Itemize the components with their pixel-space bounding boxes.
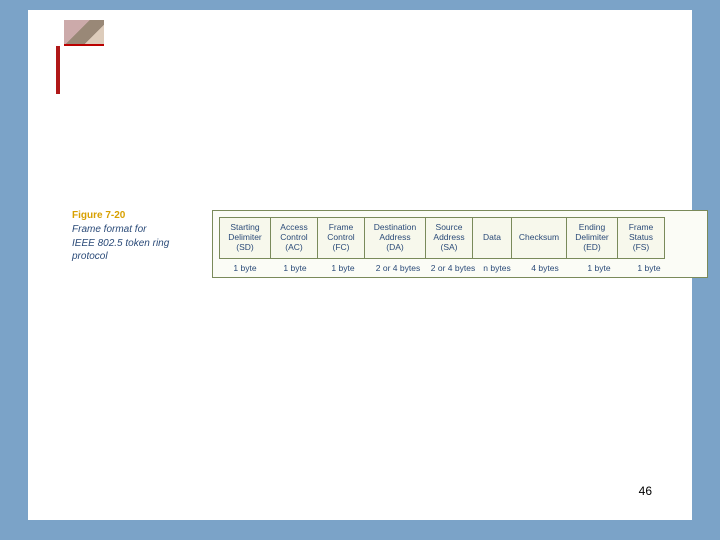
field-size: 1 byte xyxy=(271,259,319,273)
figure-caption-line: protocol xyxy=(72,251,108,262)
field-name: Checksum xyxy=(519,233,559,243)
field-abbr: (FS) xyxy=(633,243,650,253)
figure-caption-line: IEEE 802.5 token ring xyxy=(72,238,169,249)
field-size: 1 byte xyxy=(625,259,673,273)
frame-field: Ending Delimiter (ED) xyxy=(566,217,618,259)
field-abbr: (AC) xyxy=(285,243,302,253)
figure-caption-line: Frame format for xyxy=(72,224,146,235)
figure-caption: Frame format for IEEE 802.5 token ring p… xyxy=(72,223,182,264)
frame-field: Source Address (SA) xyxy=(425,217,473,259)
frame-sizes-row: 1 byte 1 byte 1 byte 2 or 4 bytes 2 or 4… xyxy=(219,259,701,273)
thumbnail-stub xyxy=(64,20,104,46)
field-size: n bytes xyxy=(477,259,517,273)
frame-format-diagram: Starting Delimiter (SD) Access Control (… xyxy=(212,210,708,278)
field-size: 2 or 4 bytes xyxy=(429,259,477,273)
frame-field: Frame Control (FC) xyxy=(317,217,365,259)
field-size: 1 byte xyxy=(219,259,271,273)
slide: Figure 7-20 Frame format for IEEE 802.5 … xyxy=(28,10,692,520)
field-abbr: (SA) xyxy=(441,243,458,253)
field-size: 2 or 4 bytes xyxy=(367,259,429,273)
field-abbr: (SD) xyxy=(236,243,253,253)
field-abbr: (FC) xyxy=(333,243,350,253)
field-name: Data xyxy=(483,233,501,243)
field-size: 4 bytes xyxy=(517,259,573,273)
frame-fields-row: Starting Delimiter (SD) Access Control (… xyxy=(219,217,701,259)
figure: Figure 7-20 Frame format for IEEE 802.5 … xyxy=(72,210,668,264)
frame-field: Starting Delimiter (SD) xyxy=(219,217,271,259)
frame-field: Destination Address (DA) xyxy=(364,217,426,259)
frame-field: Access Control (AC) xyxy=(270,217,318,259)
accent-bar xyxy=(56,46,60,94)
frame-field: Checksum xyxy=(511,217,567,259)
field-abbr: (ED) xyxy=(583,243,600,253)
field-size: 1 byte xyxy=(573,259,625,273)
field-size: 1 byte xyxy=(319,259,367,273)
field-abbr: (DA) xyxy=(386,243,403,253)
frame-field: Frame Status (FS) xyxy=(617,217,665,259)
frame-field: Data xyxy=(472,217,512,259)
page-number: 46 xyxy=(639,484,652,498)
